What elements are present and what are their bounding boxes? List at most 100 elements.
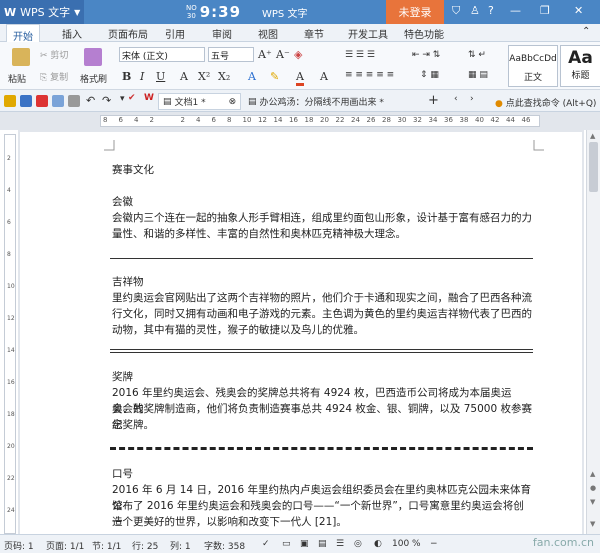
close-button[interactable]: ✕ [574, 4, 583, 17]
page-number: 页码: 1 [4, 542, 34, 552]
page-up-icon[interactable]: ▲ [590, 470, 595, 478]
document-area: 赛事文化 会徽 会徽内三个连在一起的抽象人形手臂相连，组成里约面包山形象，设计基… [18, 130, 584, 534]
doc-tab-1[interactable]: ▤ 文档1 * ⊗ [158, 93, 242, 110]
format-painter-button[interactable]: 格式刷 [80, 72, 107, 85]
page-view-icon[interactable]: ▣ [300, 539, 309, 549]
horizontal-ruler[interactable]: 8 6 4 2 2 4 6 8 10 12 14 16 18 20 22 24 26 28 30 32 34 36 38 40… [0, 112, 600, 130]
shirt-icon[interactable]: ♙ [470, 4, 480, 17]
line-spacing-icon[interactable]: ⇕ ▦ [420, 70, 439, 80]
grow-font-icon[interactable]: A⁺ [258, 48, 272, 61]
tab-home[interactable]: 开始 [6, 24, 40, 43]
ruler-number: 4 [196, 116, 201, 124]
eye-protect-icon[interactable]: ◐ [374, 539, 382, 549]
subscript-button[interactable]: X₂ [218, 70, 230, 83]
highlight-icon[interactable]: ✎ [270, 70, 279, 83]
maximize-button[interactable]: ❐ [540, 4, 550, 17]
spellcheck-status-icon[interactable]: ✓ [262, 539, 270, 549]
strikethrough-button[interactable]: A [180, 70, 188, 83]
wps-doc-icon[interactable]: W [144, 93, 154, 103]
bold-button[interactable]: B [122, 70, 131, 83]
document-page[interactable]: 赛事文化 会徽 会徽内三个连在一起的抽象人形手臂相连，组成里约面包山形象，设计基… [20, 132, 582, 534]
spellcheck-icon[interactable]: ✔ [128, 93, 136, 103]
ruler-number: 34 [428, 116, 438, 124]
page-down-icon[interactable]: ▼ [590, 498, 595, 506]
redo-icon[interactable]: ↷ [102, 94, 111, 107]
font-color-icon[interactable]: A [296, 70, 304, 86]
paste-button[interactable]: 粘贴 [8, 72, 26, 85]
view-mode-icon[interactable]: ▭ [282, 539, 291, 549]
new-tab-button[interactable]: + [428, 93, 439, 108]
tab-developer[interactable]: 开发工具 [348, 26, 388, 41]
vertical-scrollbar[interactable]: ▲ ▲ ● ▼ ▼ [586, 130, 600, 534]
tab-scroll-right-icon[interactable]: › [470, 94, 474, 104]
text-effect-icon[interactable]: A [248, 70, 256, 83]
indent-icon[interactable]: ⇤ ⇥ ⇅ [412, 50, 440, 60]
close-tab-icon[interactable]: ⊗ [229, 97, 237, 107]
tab-list-icon[interactable]: ‹ [454, 94, 458, 104]
login-button[interactable]: 未登录 [386, 0, 444, 24]
scroll-up-icon[interactable]: ▲ [590, 132, 595, 140]
outline-view-icon[interactable]: ☰ [336, 539, 344, 549]
help-icon[interactable]: ? [488, 4, 494, 17]
tab-section[interactable]: 章节 [304, 26, 324, 41]
tab-insert[interactable]: 插入 [62, 26, 82, 41]
vertical-ruler[interactable]: 2 4 6 8 10 12 14 16 18 20 22 24 [4, 134, 16, 534]
tab-references[interactable]: 引用 [165, 26, 185, 41]
tab-review[interactable]: 审阅 [212, 26, 232, 41]
save-icon[interactable] [20, 95, 32, 107]
ruler-number: 22 [335, 116, 345, 124]
zoom-dropdown[interactable]: 100 % [392, 539, 421, 549]
undo-icon[interactable]: ↶ [86, 94, 95, 107]
qat-dropdown-icon[interactable]: ▾ [120, 94, 125, 104]
app-menu-button[interactable]: W WPS 文字 ▼ [0, 0, 84, 24]
title-bar: W WPS 文字 ▼ NO 30 9:39 WPS 文字 未登录 ⛉ ♙ ? — … [0, 0, 600, 24]
cut-button[interactable]: ✂ 剪切 [40, 48, 68, 61]
format-painter-icon[interactable] [84, 48, 102, 66]
doc-tab-2[interactable]: ▤ 办公鸡汤：分隔线不用画出来 * [244, 93, 388, 110]
scroll-thumb[interactable] [589, 142, 598, 192]
tab-special-features[interactable]: 特色功能 [404, 26, 444, 41]
align-icons[interactable]: ≡ ≡ ≡ ≡ ≡ [345, 70, 394, 80]
word-count[interactable]: 字数: 358 [204, 539, 245, 552]
web-view-icon[interactable]: ◎ [354, 539, 362, 549]
print-icon[interactable] [52, 95, 64, 107]
ruler-number: 2 [149, 116, 154, 124]
char-shading-icon[interactable]: A [320, 70, 328, 83]
border-icon[interactable]: ▦ ▤ [468, 70, 488, 80]
pdf-icon[interactable] [36, 95, 48, 107]
skin-icon[interactable]: ⛉ [452, 4, 460, 18]
scroll-down-icon[interactable]: ▼ [590, 520, 595, 528]
sort-icon[interactable]: ⇅ ↵ [468, 50, 486, 60]
open-icon[interactable] [4, 95, 16, 107]
zoom-out-button[interactable]: − [430, 539, 438, 549]
vruler-number: 6 [7, 219, 11, 226]
reading-view-icon[interactable]: ▤ [318, 539, 327, 549]
status-bar: 页码: 1 页面: 1/1 节: 1/1 行: 25 列: 1 字数: 358 … [0, 534, 600, 553]
ruler-number: 24 [351, 116, 360, 124]
find-command-search[interactable]: ● 点此查找命令 (Alt+Q) [495, 96, 596, 109]
bullets-icon[interactable]: ☰ ☰ ☰ [345, 50, 375, 60]
tab-page-layout[interactable]: 页面布局 [108, 26, 148, 41]
font-size-select[interactable]: 五号 [208, 47, 254, 62]
style-heading[interactable]: Aa 标题 [560, 45, 600, 87]
clear-format-icon[interactable]: ◈ [294, 48, 302, 61]
paste-icon[interactable] [12, 48, 30, 66]
margin-corner [533, 140, 544, 151]
vruler-number: 16 [7, 379, 15, 386]
watermark: fan.com.cn [532, 536, 594, 549]
shrink-font-icon[interactable]: A⁻ [276, 48, 290, 61]
tab-view[interactable]: 视图 [258, 26, 278, 41]
ruler-number: 46 [521, 116, 531, 124]
minimize-button[interactable]: — [510, 4, 521, 17]
doc-heading: 赛事文化 [112, 164, 154, 176]
style-normal[interactable]: AaBbCcDd 正文 [508, 45, 558, 87]
copy-button[interactable]: ⎘ 复制 [40, 70, 68, 83]
underline-button[interactable]: U [156, 70, 165, 83]
preview-icon[interactable] [68, 95, 80, 107]
superscript-button[interactable]: X² [198, 70, 210, 83]
ruler-number: 6 [211, 116, 216, 124]
font-name-select[interactable]: 宋体 (正文) [119, 47, 205, 62]
collapse-ribbon-icon[interactable]: ⌃ [582, 26, 590, 37]
italic-button[interactable]: I [140, 70, 144, 83]
select-browse-icon[interactable]: ● [590, 484, 596, 492]
